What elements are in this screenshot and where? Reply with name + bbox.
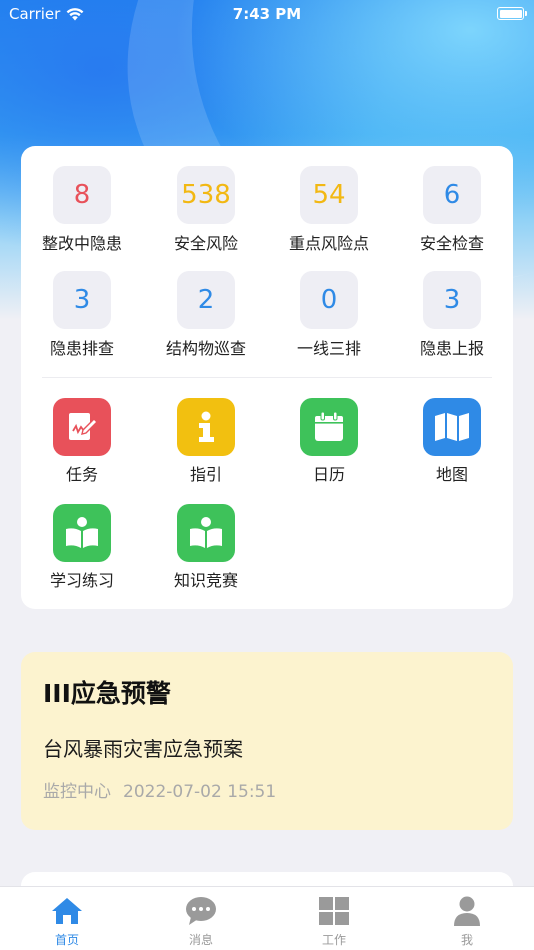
app-map[interactable]: 地图 <box>397 398 507 485</box>
info-icon <box>177 398 235 456</box>
divider <box>42 377 492 378</box>
status-time: 7:43 PM <box>232 5 302 23</box>
tab-bar: 首页 消息 工作 我 <box>0 886 534 950</box>
stat-safety-risk[interactable]: 538 安全风险 <box>151 166 261 254</box>
app-knowledge-contest[interactable]: 知识竞赛 <box>151 504 261 591</box>
tab-label: 消息 <box>188 933 213 947</box>
stat-rectifying-hazards[interactable]: 8 整改中隐患 <box>27 166 137 254</box>
stat-value: 538 <box>177 166 235 224</box>
stat-hazard-investigation[interactable]: 3 隐患排查 <box>27 271 137 359</box>
alert-source: 监控中心 <box>43 782 111 802</box>
stat-safety-inspection[interactable]: 6 安全检查 <box>397 166 507 254</box>
message-icon <box>161 895 241 927</box>
tab-work[interactable]: 工作 <box>294 895 374 948</box>
app-label: 学习练习 <box>49 571 114 590</box>
stat-key-risk-points[interactable]: 54 重点风险点 <box>274 166 384 254</box>
map-icon <box>423 398 481 456</box>
stat-structure-patrol[interactable]: 2 结构物巡查 <box>151 271 261 359</box>
reading-icon <box>177 504 235 562</box>
stat-label: 整改中隐患 <box>41 234 122 253</box>
alert-meta: 监控中心 2022-07-02 15:51 <box>43 777 491 802</box>
app-label: 指引 <box>189 465 222 484</box>
stat-value: 6 <box>423 166 481 224</box>
tab-label: 工作 <box>321 933 346 947</box>
app-label: 地图 <box>435 465 468 484</box>
stat-value: 3 <box>53 271 111 329</box>
tab-messages[interactable]: 消息 <box>161 895 241 948</box>
battery-icon <box>497 7 527 20</box>
app-task[interactable]: 任务 <box>27 398 137 485</box>
alert-item-title[interactable]: 台风暴雨灾害应急预案 <box>43 733 491 762</box>
reading-icon <box>53 504 111 562</box>
stat-label: 隐患上报 <box>419 339 484 358</box>
tab-label: 首页 <box>54 933 79 947</box>
stat-hazard-report[interactable]: 3 隐患上报 <box>397 271 507 359</box>
grid-icon <box>294 895 374 927</box>
dashboard-card: 8 整改中隐患 538 安全风险 54 重点风险点 6 安全检查 3 隐患排查 … <box>21 146 513 609</box>
alert-title: III应急预警 <box>43 679 171 708</box>
stat-label: 重点风险点 <box>288 234 369 253</box>
alert-time: 2022-07-02 15:51 <box>123 782 277 802</box>
tab-label: 我 <box>460 933 473 947</box>
home-icon <box>27 895 107 927</box>
stat-value: 2 <box>177 271 235 329</box>
tab-home[interactable]: 首页 <box>27 895 107 948</box>
stat-value: 3 <box>423 271 481 329</box>
app-study-practice[interactable]: 学习练习 <box>27 504 137 591</box>
stat-label: 安全检查 <box>419 234 484 253</box>
emergency-alert-card[interactable]: III应急预警 台风暴雨灾害应急预案 监控中心 2022-07-02 15:51 <box>21 652 513 830</box>
stat-value: 54 <box>300 166 358 224</box>
app-label: 任务 <box>65 465 98 484</box>
calendar-icon <box>300 398 358 456</box>
app-calendar[interactable]: 日历 <box>274 398 384 485</box>
status-bar: Carrier 7:43 PM <box>0 0 534 28</box>
stat-label: 结构物巡查 <box>165 339 246 358</box>
stat-value: 0 <box>300 271 358 329</box>
app-label: 知识竞赛 <box>173 571 238 590</box>
stat-label: 一线三排 <box>296 339 361 358</box>
app-label: 日历 <box>312 465 345 484</box>
tab-me[interactable]: 我 <box>427 895 507 948</box>
app-guide[interactable]: 指引 <box>151 398 261 485</box>
stat-frontline-three[interactable]: 0 一线三排 <box>274 271 384 359</box>
task-edit-icon <box>53 398 111 456</box>
stat-label: 隐患排查 <box>49 339 114 358</box>
stat-value: 8 <box>53 166 111 224</box>
stat-label: 安全风险 <box>173 234 238 253</box>
user-icon <box>427 895 507 927</box>
